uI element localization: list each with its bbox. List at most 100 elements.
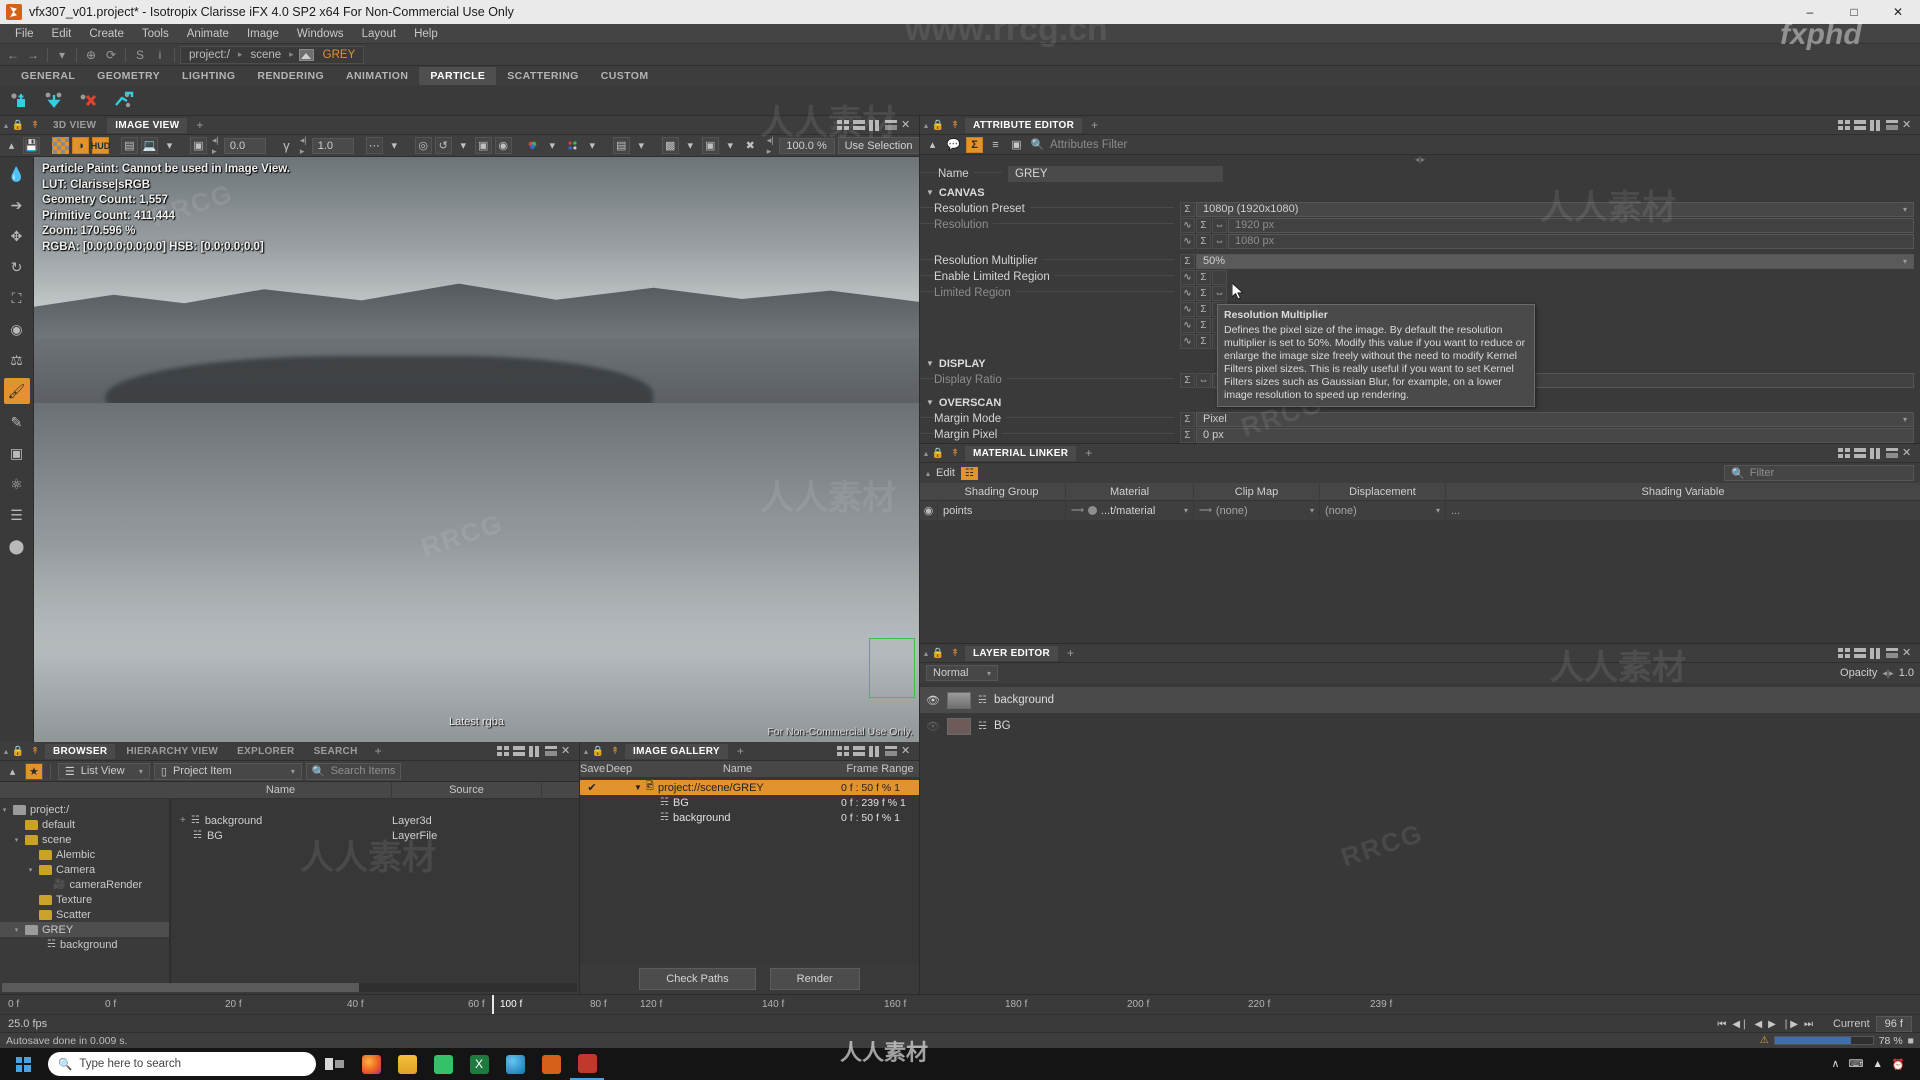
- breadcrumb-item-project[interactable]: project:/: [183, 47, 236, 63]
- material-filter-input[interactable]: 🔍 Filter: [1724, 465, 1914, 481]
- margin-pixel-input[interactable]: 0 px: [1196, 427, 1914, 443]
- snapshot-icon[interactable]: S: [131, 46, 149, 64]
- alpha-toggle-icon[interactable]: ◑: [72, 137, 89, 154]
- curve-icon[interactable]: ∿: [1180, 317, 1195, 333]
- go-to-end-button[interactable]: ⏭: [1804, 1019, 1813, 1030]
- tree-item-camera-render[interactable]: 🎥 cameraRender: [0, 877, 169, 892]
- layer-row-background[interactable]: 👁 ☵ background: [920, 687, 1920, 713]
- exposure-icon[interactable]: ▣: [190, 137, 207, 154]
- clip-map-value[interactable]: (none): [1216, 505, 1248, 517]
- network-icon[interactable]: ▲: [1873, 1058, 1883, 1070]
- split-vertical-icon[interactable]: [1870, 447, 1882, 459]
- split-vertical-icon[interactable]: [869, 119, 881, 131]
- overlay-icon[interactable]: ▩: [661, 137, 679, 154]
- shelf-tab-scattering[interactable]: SCATTERING: [496, 67, 589, 85]
- eyedropper-icon[interactable]: 💧: [4, 161, 30, 187]
- tree-item-project[interactable]: ▾ project:/: [0, 802, 169, 817]
- enable-limited-region-checkbox[interactable]: [1212, 269, 1227, 285]
- split-vertical-icon[interactable]: [1870, 647, 1882, 659]
- sigma-icon[interactable]: Σ: [1180, 427, 1195, 443]
- tab-search[interactable]: SEARCH: [306, 744, 366, 759]
- hud-toggle-button[interactable]: HUD: [91, 137, 110, 154]
- twisty-icon[interactable]: ▼: [634, 783, 642, 792]
- close-panel-icon[interactable]: ✕: [1902, 447, 1914, 459]
- history-icon[interactable]: ↺: [434, 137, 452, 154]
- drag-handle-icon[interactable]: ⇔: [1212, 285, 1227, 301]
- split-vertical-icon[interactable]: [529, 745, 541, 757]
- render-region-box[interactable]: [869, 638, 915, 698]
- chevron-down-icon[interactable]: ▾: [53, 46, 71, 64]
- lock-icon[interactable]: 🔒: [591, 744, 605, 758]
- sigma-icon[interactable]: Σ: [1180, 411, 1195, 427]
- split-grid-icon[interactable]: [837, 745, 849, 757]
- list-icon[interactable]: ≡: [987, 137, 1004, 153]
- excel-icon[interactable]: X: [462, 1048, 496, 1080]
- chevron-down-icon[interactable]: ▾: [1184, 506, 1188, 515]
- clarisse-icon[interactable]: [534, 1048, 568, 1080]
- app-red-icon[interactable]: [570, 1048, 604, 1080]
- material-value[interactable]: ...t/material: [1101, 505, 1155, 517]
- check-paths-button[interactable]: Check Paths: [639, 968, 756, 990]
- tree-item-default[interactable]: default: [0, 817, 169, 832]
- curve-icon[interactable]: ∿: [1180, 217, 1195, 233]
- close-panel-icon[interactable]: ✕: [561, 745, 573, 757]
- rotate-icon[interactable]: ↻: [4, 254, 30, 280]
- tab-3d-view[interactable]: 3D VIEW: [45, 118, 104, 133]
- maximize-panel-icon[interactable]: [1886, 647, 1898, 659]
- volume-icon[interactable]: ⏰: [1892, 1058, 1905, 1071]
- particle-delete-icon[interactable]: [78, 90, 100, 112]
- split-grid-icon[interactable]: [837, 119, 849, 131]
- arrow-select-icon[interactable]: ➔: [4, 192, 30, 218]
- drag-handle-icon[interactable]: ◂|▸: [298, 135, 309, 157]
- menu-item-tools[interactable]: Tools: [133, 24, 178, 44]
- link-icon[interactable]: ⟶: [1199, 505, 1212, 516]
- blend-mode-dropdown[interactable]: Normal ▾: [926, 665, 998, 681]
- shelf-tab-lighting[interactable]: LIGHTING: [171, 67, 246, 85]
- target-icon[interactable]: ⊕: [82, 46, 100, 64]
- tab-image-view[interactable]: IMAGE VIEW: [107, 117, 188, 133]
- chevron-down-icon[interactable]: ▾: [633, 137, 650, 154]
- add-tab-button[interactable]: +: [1085, 118, 1104, 132]
- chevron-down-icon[interactable]: ▾: [1436, 506, 1440, 515]
- chevron-down-icon[interactable]: ▾: [1310, 506, 1314, 515]
- menu-item-file[interactable]: File: [6, 24, 43, 44]
- collapse-icon[interactable]: ▴: [584, 747, 588, 756]
- menu-item-windows[interactable]: Windows: [288, 24, 353, 44]
- collapse-icon[interactable]: ▴: [4, 747, 8, 756]
- gamma-icon[interactable]: γ: [278, 137, 295, 154]
- column-header-source[interactable]: Source: [392, 781, 542, 799]
- lock-icon[interactable]: 🔒: [11, 118, 25, 132]
- twisty-icon[interactable]: ▾: [0, 806, 9, 814]
- back-icon[interactable]: ←: [4, 46, 22, 64]
- sigma-icon[interactable]: Σ: [1196, 285, 1211, 301]
- table-row[interactable]: ◉ points ⟶ ...t/material ▾ ⟶ (none) ▾ (n…: [920, 501, 1920, 520]
- export-icon[interactable]: ↟: [948, 646, 962, 660]
- split-vertical-icon[interactable]: [1870, 119, 1882, 131]
- resolution-height-input[interactable]: 1080 px: [1228, 233, 1914, 249]
- exposure-input[interactable]: 0.0: [223, 137, 266, 154]
- maximize-panel-icon[interactable]: [885, 119, 897, 131]
- lock-icon[interactable]: 🔒: [11, 744, 25, 758]
- lock-icon[interactable]: 🔒: [931, 646, 945, 660]
- gallery-row-grey[interactable]: ✔ ▼ 🖻 project://scene/GREY 0 f : 50 f % …: [580, 780, 919, 795]
- table-row[interactable]: ☵ BG LayerFile: [170, 828, 579, 843]
- tree-item-scatter[interactable]: Scatter: [0, 907, 169, 922]
- drag-handle-icon[interactable]: ⇔: [1196, 372, 1211, 388]
- opacity-value[interactable]: 1.0: [1899, 667, 1914, 679]
- sigma-icon[interactable]: Σ: [966, 136, 983, 153]
- export-icon[interactable]: ↟: [948, 118, 962, 132]
- add-tab-button[interactable]: +: [190, 118, 209, 132]
- split-grid-icon[interactable]: [1838, 447, 1850, 459]
- breadcrumb-item-grey[interactable]: GREY: [317, 47, 362, 63]
- lock-icon[interactable]: 🔒: [931, 446, 945, 460]
- chevron-down-icon[interactable]: ▾: [455, 137, 472, 154]
- collapse-icon[interactable]: ▴: [926, 469, 930, 478]
- drag-handle-icon[interactable]: ◂|▸: [210, 135, 221, 157]
- play-button[interactable]: ▶: [1768, 1019, 1776, 1030]
- horizontal-scrollbar[interactable]: [2, 983, 577, 992]
- menu-item-create[interactable]: Create: [80, 24, 133, 44]
- playhead[interactable]: [492, 995, 494, 1014]
- close-panel-icon[interactable]: ✕: [1902, 647, 1914, 659]
- tree-item-scene[interactable]: ▾ scene: [0, 832, 169, 847]
- curve-icon[interactable]: ∿: [1180, 233, 1195, 249]
